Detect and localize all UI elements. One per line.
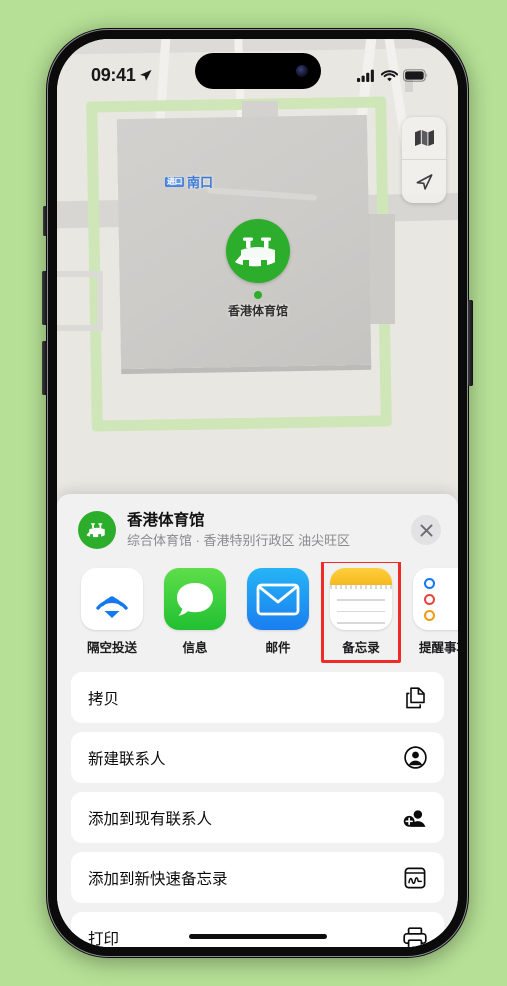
share-app-row[interactable]: 隔空投送 信息 邮件 备忘录 提醒事 [57,562,458,668]
reminder-dot-orange [424,609,435,621]
home-indicator[interactable] [188,934,327,939]
close-button[interactable] [411,515,441,545]
clock: 09:41 [91,64,136,85]
entrance-label-text: 南口 [187,175,214,190]
action-label: 添加到新快速备忘录 [88,870,228,888]
notes-icon-line [337,610,385,613]
notes-icon-line [337,622,385,624]
share-app-label: 备忘录 [342,641,380,655]
copy-icon [403,686,427,710]
person-circle-glyph [403,746,427,769]
volume-up-button[interactable] [42,271,47,325]
action-label: 添加到现有联系人 [88,810,213,828]
location-arrow-icon [139,69,152,81]
person-add-icon [403,806,427,830]
messages-icon [164,568,226,630]
map-entrance-label[interactable]: 进口 南口 [165,172,213,191]
power-button[interactable] [468,300,473,386]
person-circle-icon [403,746,427,770]
entrance-badge: 进口 [165,176,184,187]
share-action-list: 拷贝 新建联系人 添加到现有联系人 添加到新快速备忘录 打印 [57,668,458,947]
cellular-bars-icon [357,69,374,82]
quick-note-icon [403,866,427,890]
quick-note-glyph [404,867,426,888]
action-label: 新建联系人 [88,750,166,768]
dynamic-island [194,53,321,89]
share-app-airdrop[interactable]: 隔空投送 [79,568,145,656]
airdrop-icon [81,568,143,630]
envelope-glyph [256,583,300,615]
map-poi-pin[interactable]: 香港体育馆 [214,219,302,319]
map-controls [402,117,446,203]
airdrop-glyph [96,596,128,618]
action-card: 新建联系人 [71,732,444,783]
phone-screen: 进口 南口 香港体育馆 09:41 香港体育馆 综合体育馆 · 香港特别行政区 … [57,39,458,947]
poi-pin-bubble[interactable] [226,219,290,283]
front-camera [295,65,308,77]
share-app-mail[interactable]: 邮件 [245,568,311,656]
share-sheet-title: 香港体育馆 [127,512,205,530]
notes-icon-line [337,599,385,601]
action-row-new-quick-note[interactable]: 添加到新快速备忘录 [71,852,444,903]
current-location-button[interactable] [402,160,446,203]
action-row-new-contact[interactable]: 新建联系人 [71,732,444,783]
action-card: 添加到新快速备忘录 [71,852,444,903]
action-row-copy[interactable]: 拷贝 [71,672,444,723]
notes-icon-perforation [330,585,392,589]
share-app-notes[interactable]: 备忘录 [321,562,401,663]
battery-icon [403,68,428,82]
map-layers-button[interactable] [402,117,446,160]
stadium-icon [235,237,275,267]
action-row-add-existing-contact[interactable]: 添加到现有联系人 [71,792,444,843]
speech-bubble-glyph [177,583,213,616]
reminder-dot-blue [424,577,435,589]
share-sheet-titles: 香港体育馆 综合体育馆 · 香港特别行政区 油尖旺区 [127,511,400,549]
share-poi-icon [78,511,116,549]
share-sheet: 香港体育馆 综合体育馆 · 香港特别行政区 油尖旺区 隔空投送 信息 邮件 备忘… [57,494,458,947]
reminder-dot-red [424,593,435,605]
share-app-label: 信息 [182,641,208,655]
status-indicators [357,68,428,82]
poi-anchor-dot [254,291,262,299]
copy-glyph [405,686,425,708]
volume-down-button[interactable] [42,341,47,395]
wifi-icon [381,69,398,81]
action-label: 拷贝 [88,690,120,708]
phone-frame: 进口 南口 香港体育馆 09:41 香港体育馆 综合体育馆 · 香港特别行政区 … [42,28,473,958]
map-icon [414,130,434,146]
share-app-reminders[interactable]: 提醒事项 [411,568,458,656]
silent-switch[interactable] [43,206,47,236]
notes-icon [330,568,392,630]
reminders-icon [413,568,458,630]
share-sheet-subtitle: 综合体育馆 · 香港特别行政区 油尖旺区 [127,532,351,548]
poi-label: 香港体育馆 [227,304,288,318]
action-card: 添加到现有联系人 [71,792,444,843]
person-add-glyph [403,809,426,827]
stadium-icon [86,523,105,538]
printer-glyph [403,926,427,947]
action-row-print[interactable]: 打印 [71,912,444,947]
share-app-messages[interactable]: 信息 [162,568,228,656]
close-icon [420,524,432,536]
share-app-label: 邮件 [265,641,291,655]
notes-icon-header [330,568,392,585]
printer-icon [403,926,427,947]
action-card: 打印 [71,912,444,947]
action-card: 拷贝 [71,672,444,723]
status-time-group: 09:41 [91,65,153,86]
share-app-label: 隔空投送 [86,641,137,655]
mail-icon [247,568,309,630]
navigation-arrow-icon [416,174,432,190]
share-app-label: 提醒事项 [418,641,458,655]
map-building [57,271,103,331]
share-sheet-header: 香港体育馆 综合体育馆 · 香港特别行政区 油尖旺区 [57,494,458,562]
action-label: 打印 [88,930,120,948]
